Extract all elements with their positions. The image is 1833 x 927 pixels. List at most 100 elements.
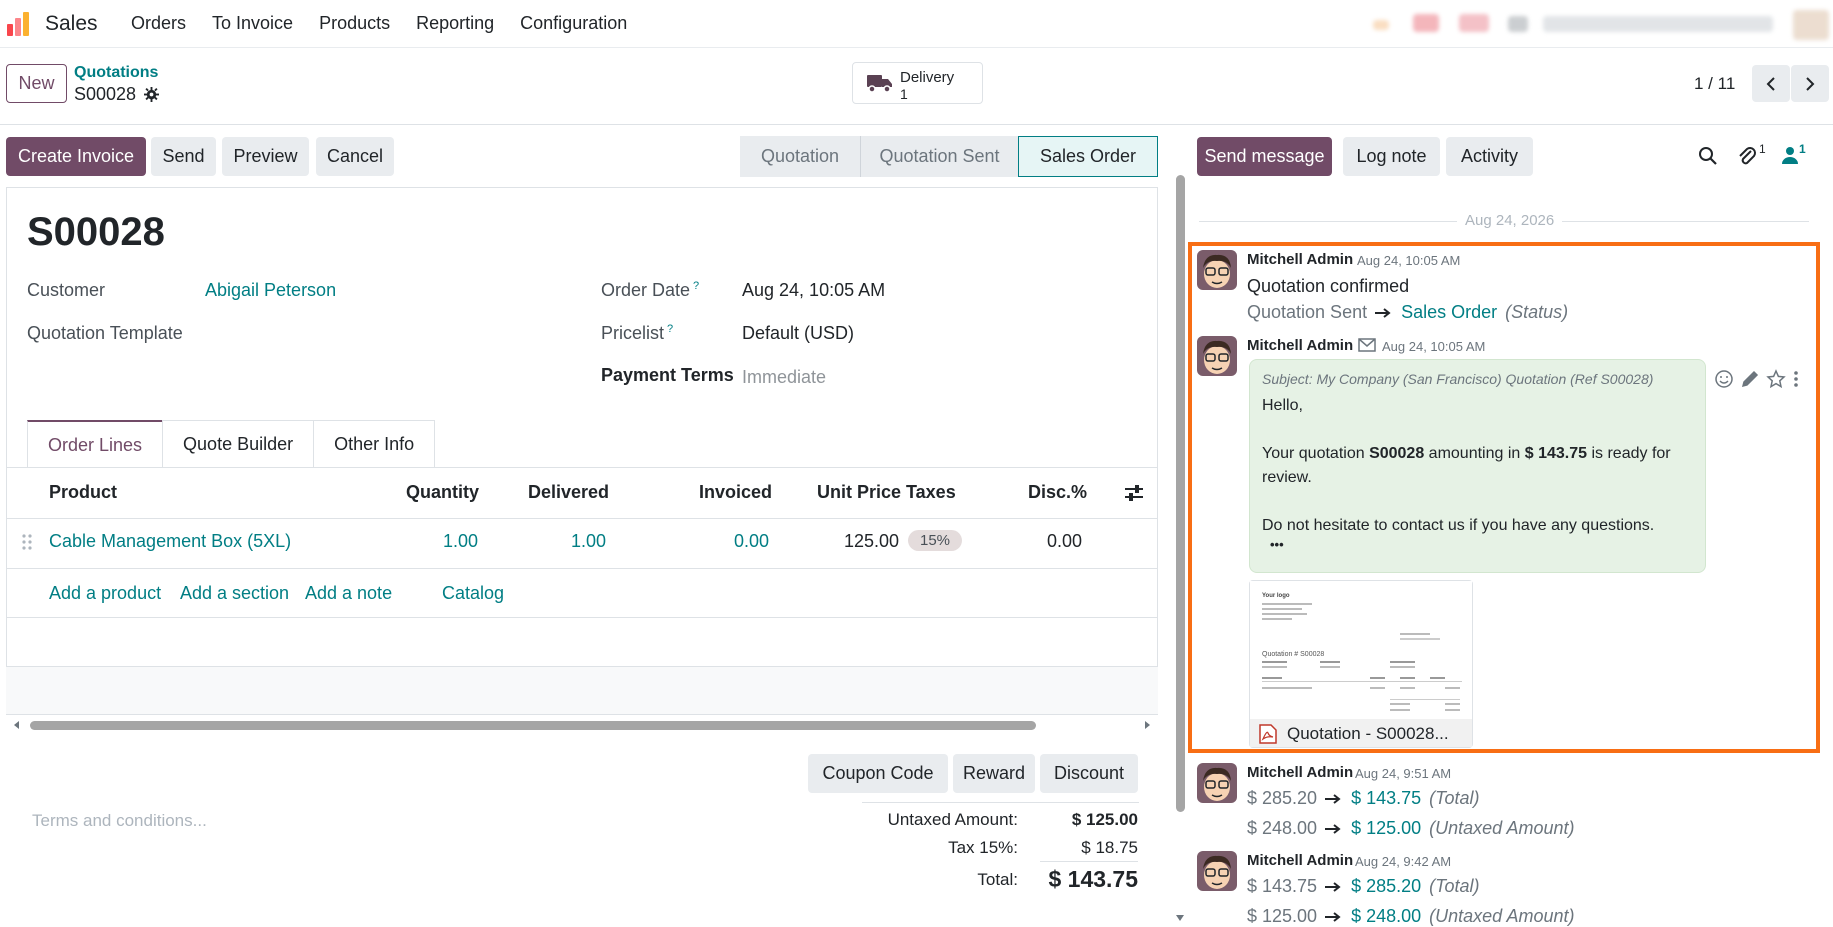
cancel-button[interactable]: Cancel <box>316 137 394 176</box>
more-options-icon[interactable] <box>1792 369 1800 389</box>
star-icon[interactable] <box>1766 369 1786 389</box>
add-product-link[interactable]: Add a product <box>49 583 161 604</box>
horizontal-scrollbar[interactable] <box>14 718 1154 730</box>
column-discount[interactable]: Disc.% <box>1028 482 1087 503</box>
add-section-link[interactable]: Add a section <box>180 583 289 604</box>
add-reaction-icon[interactable] <box>1714 369 1734 389</box>
tab-other-info[interactable]: Other Info <box>313 420 436 468</box>
message-author[interactable]: Mitchell Admin <box>1247 764 1353 781</box>
avatar[interactable] <box>1197 851 1237 891</box>
column-invoiced[interactable]: Invoiced <box>699 482 772 503</box>
create-invoice-button[interactable]: Create Invoice <box>6 137 146 176</box>
line-discount[interactable]: 0.00 <box>1047 531 1082 552</box>
column-quantity[interactable]: Quantity <box>406 482 479 503</box>
email-amount: $ 143.75 <box>1524 445 1588 462</box>
line-quantity[interactable]: 1.00 <box>443 531 478 552</box>
scroll-down-icon[interactable] <box>1176 915 1184 921</box>
avatar[interactable] <box>1197 336 1237 376</box>
attachment-footer: Quotation - S00028... <box>1250 719 1472 747</box>
vertical-scrollbar[interactable] <box>1174 165 1186 927</box>
search-icon[interactable] <box>1698 146 1718 166</box>
line-unit-price[interactable]: 125.00 <box>844 531 899 552</box>
line-tax-badge[interactable]: 15% <box>908 530 963 551</box>
activity-button[interactable]: Activity <box>1446 137 1533 176</box>
sales-app-icon[interactable] <box>6 11 32 37</box>
pager-previous-button[interactable] <box>1752 65 1790 102</box>
line-product[interactable]: Cable Management Box (5XL) <box>49 531 291 552</box>
tracking-new-value: $ 125.00 <box>1351 818 1422 838</box>
expand-more-button[interactable]: ••• <box>1270 537 1284 552</box>
email-line-1: Your quotation S00028 amounting in $ 143… <box>1262 445 1671 463</box>
arrow-right-icon <box>1325 823 1341 834</box>
message-author[interactable]: Mitchell Admin <box>1247 852 1353 869</box>
horizontal-scroll-thumb[interactable] <box>30 721 1036 730</box>
stage-sales-order[interactable]: Sales Order <box>1018 136 1158 177</box>
pricelist-field[interactable]: Default (USD) <box>742 323 854 344</box>
menu-orders[interactable]: Orders <box>118 13 199 34</box>
app-name[interactable]: Sales <box>45 12 98 36</box>
coupon-code-button[interactable]: Coupon Code <box>808 754 948 793</box>
menu-products[interactable]: Products <box>306 13 403 34</box>
tab-quote-builder[interactable]: Quote Builder <box>162 420 315 468</box>
help-icon[interactable]: ? <box>667 323 673 335</box>
gear-icon[interactable] <box>144 87 160 102</box>
row-divider <box>6 714 1158 715</box>
avatar[interactable] <box>1197 763 1237 803</box>
send-message-button[interactable]: Send message <box>1197 137 1332 176</box>
followers-icon[interactable] <box>1782 146 1798 164</box>
line-delivered[interactable]: 1.00 <box>571 531 606 552</box>
menu-to-invoice[interactable]: To Invoice <box>199 13 306 34</box>
untaxed-amount-label: Untaxed Amount: <box>887 810 1018 829</box>
message-author[interactable]: Mitchell Admin <box>1247 251 1353 268</box>
tracking-old-value: $ 285.20 <box>1247 788 1318 808</box>
discount-button[interactable]: Discount <box>1040 754 1138 793</box>
message-actions <box>1714 369 1800 389</box>
tax-value: $ 18.75 <box>1081 838 1138 857</box>
message-author[interactable]: Mitchell Admin <box>1247 337 1353 354</box>
attachment-name: Quotation - S00028... <box>1287 724 1449 743</box>
order-date-field[interactable]: Aug 24, 10:05 AM <box>742 280 885 301</box>
column-taxes[interactable]: Taxes <box>906 482 956 503</box>
menu-reporting[interactable]: Reporting <box>403 13 507 34</box>
avatar[interactable] <box>1197 250 1237 290</box>
preview-button[interactable]: Preview <box>222 137 309 176</box>
tracking-field: (Total) <box>1429 788 1480 808</box>
tab-order-lines[interactable]: Order Lines <box>27 420 164 468</box>
line-invoiced[interactable]: 0.00 <box>734 531 769 552</box>
catalog-link[interactable]: Catalog <box>442 583 504 604</box>
help-icon[interactable]: ? <box>693 280 699 292</box>
avatar-image <box>1197 250 1237 290</box>
edit-pencil-icon[interactable] <box>1740 369 1760 389</box>
optional-columns-icon[interactable] <box>1124 484 1144 502</box>
tax-label: Tax 15%: <box>948 838 1018 857</box>
log-note-button[interactable]: Log note <box>1343 137 1440 176</box>
delivery-smart-button[interactable]: Delivery 1 <box>852 62 983 104</box>
pager-next-button[interactable] <box>1791 65 1829 102</box>
total-value: $ 143.75 <box>1048 866 1138 892</box>
column-unit-price[interactable]: Unit Price <box>817 482 901 503</box>
breadcrumb-quotations[interactable]: Quotations <box>74 64 158 82</box>
column-product[interactable]: Product <box>49 482 117 503</box>
drag-handle-icon[interactable] <box>22 533 32 551</box>
email-line-1-post: is ready for <box>1587 445 1671 462</box>
email-line-3: Do not hesitate to contact us if you hav… <box>1262 517 1655 534</box>
vertical-scroll-thumb[interactable] <box>1176 175 1185 812</box>
scroll-right-icon[interactable] <box>1144 721 1150 729</box>
column-delivered[interactable]: Delivered <box>528 482 609 503</box>
terms-and-conditions-field[interactable]: Terms and conditions... <box>32 811 207 831</box>
customer-field[interactable]: Abigail Peterson <box>205 280 336 301</box>
payment-terms-field[interactable]: Immediate <box>742 367 826 388</box>
chevron-left-icon <box>1766 76 1775 91</box>
paperclip-icon[interactable] <box>1737 145 1757 167</box>
stage-quotation[interactable]: Quotation <box>740 136 860 177</box>
pdf-attachment[interactable]: Your logo Quotation # S00028 Quotation -… <box>1249 580 1473 748</box>
new-button[interactable]: New <box>6 64 67 103</box>
pager-value[interactable]: 1 / 11 <box>1694 74 1735 94</box>
scroll-left-icon[interactable] <box>14 721 20 729</box>
stage-quotation-sent[interactable]: Quotation Sent <box>860 136 1018 177</box>
reward-button[interactable]: Reward <box>953 754 1035 793</box>
send-button[interactable]: Send <box>151 137 216 176</box>
row-divider <box>6 568 1158 569</box>
menu-configuration[interactable]: Configuration <box>507 13 640 34</box>
add-note-link[interactable]: Add a note <box>305 583 392 604</box>
